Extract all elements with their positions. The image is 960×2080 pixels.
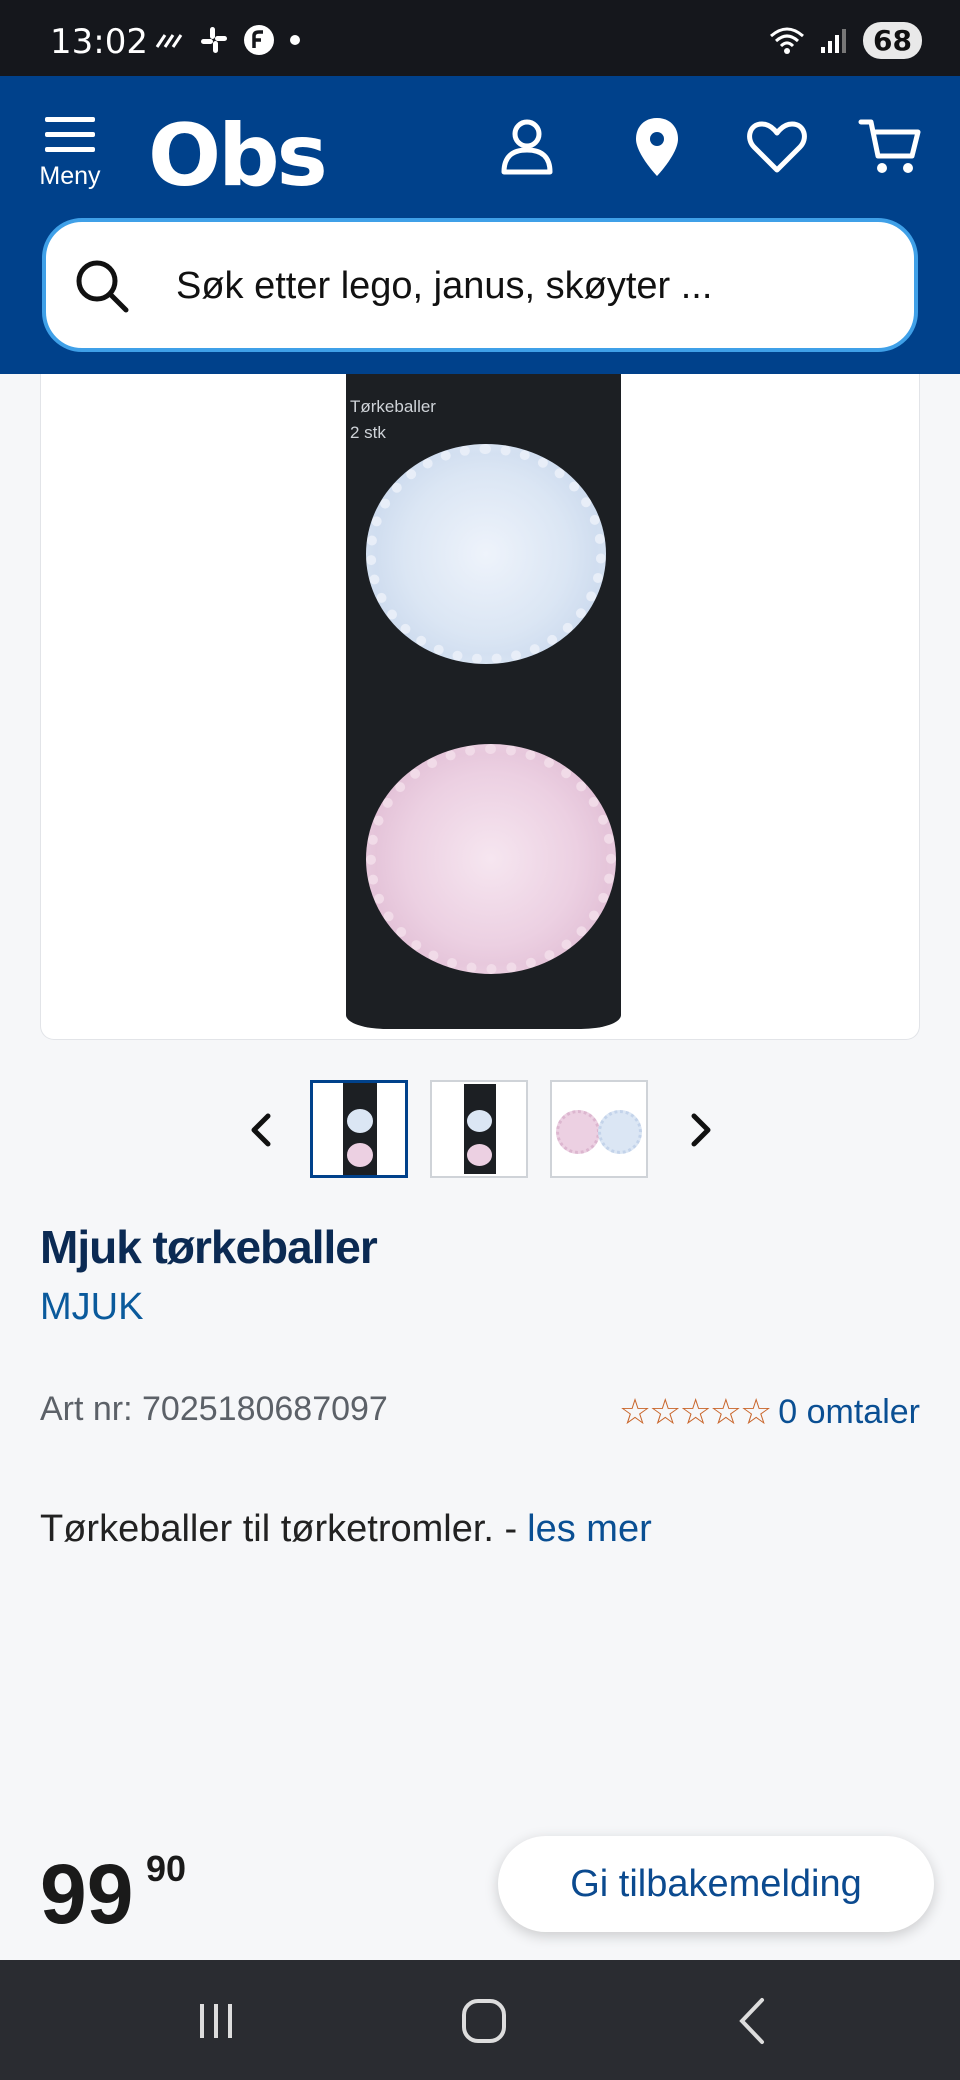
read-more-link[interactable]: les mer <box>527 1508 652 1550</box>
feedback-button[interactable]: Gi tilbakemelding <box>498 1836 934 1932</box>
account-icon[interactable] <box>494 114 560 180</box>
product-package: Tørkeballer 2 stk <box>346 374 621 1029</box>
location-pin-icon[interactable] <box>624 114 690 180</box>
chevron-right-icon[interactable] <box>678 1108 722 1152</box>
pink-dryer-ball <box>366 744 616 974</box>
menu-label: Meny <box>39 162 101 190</box>
reviews-link[interactable]: 0 omtaler <box>778 1393 920 1432</box>
activity-icon <box>155 34 183 48</box>
description-text: Tørkeballer til tørketromler. - <box>40 1508 518 1550</box>
search-bar[interactable] <box>42 218 918 352</box>
back-icon[interactable] <box>724 1994 784 2048</box>
thumbnail-3[interactable] <box>550 1080 648 1178</box>
cart-icon[interactable] <box>858 114 924 180</box>
recent-apps-icon[interactable] <box>186 1994 246 2048</box>
rating-summary[interactable]: ☆☆☆☆☆ 0 omtaler <box>619 1392 920 1433</box>
search-input[interactable] <box>176 258 876 314</box>
brand-link[interactable]: MJUK <box>40 1286 143 1329</box>
price-whole: 99 <box>40 1847 134 1941</box>
app-notification-icon <box>244 25 274 55</box>
product-description: Tørkeballer til tørketromler. - les mer <box>40 1508 652 1551</box>
home-icon[interactable] <box>454 1994 514 2048</box>
product-title: Mjuk tørkeballer <box>40 1221 378 1273</box>
hamburger-icon <box>45 117 95 152</box>
dot-icon <box>290 35 300 45</box>
system-icons: 68 <box>769 22 922 59</box>
blue-dryer-ball <box>366 444 606 664</box>
price-decimal: 90 <box>146 1848 187 1889</box>
system-nav-bar <box>0 1960 960 2080</box>
product-image[interactable]: Tørkeballer 2 stk <box>40 374 920 1040</box>
search-icon <box>76 260 129 313</box>
battery-indicator: 68 <box>863 22 922 59</box>
menu-button[interactable]: Meny <box>34 114 106 194</box>
slack-icon <box>201 27 227 53</box>
notification-icons <box>155 24 301 56</box>
site-header: Meny Obs <box>0 76 960 374</box>
package-label: Tørkeballer 2 stk <box>350 397 436 442</box>
obs-logo[interactable]: Obs <box>148 106 328 206</box>
star-rating-icons: ☆☆☆☆☆ <box>618 1392 772 1433</box>
thumbnail-1[interactable] <box>310 1080 408 1178</box>
thumbnail-2[interactable] <box>430 1080 528 1178</box>
status-time: 13:02 <box>50 22 148 62</box>
article-number: Art nr: 7025180687097 <box>40 1390 388 1428</box>
heart-icon[interactable] <box>744 114 810 180</box>
status-bar: 13:02 68 <box>0 0 960 76</box>
signal-icon <box>821 28 847 53</box>
wifi-icon <box>770 27 805 54</box>
image-gallery <box>0 1080 960 1180</box>
chevron-left-icon[interactable] <box>240 1108 284 1152</box>
